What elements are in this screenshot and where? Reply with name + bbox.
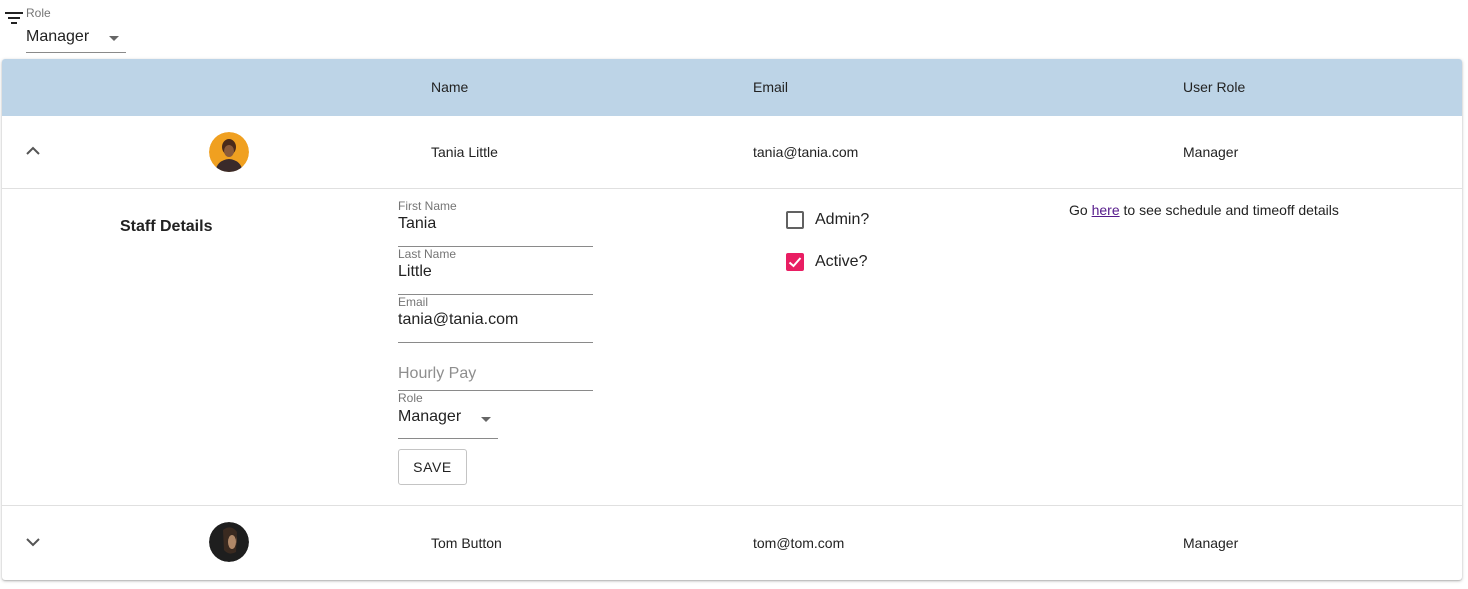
hourly-pay-field[interactable]	[398, 343, 593, 391]
role-value: Manager	[398, 408, 462, 425]
goto-suffix: to see schedule and timeoff details	[1123, 202, 1339, 218]
row-name: Tom Button	[431, 535, 502, 551]
chevron-up-icon[interactable]	[24, 142, 42, 160]
save-button[interactable]: SAVE	[398, 449, 467, 485]
avatar	[209, 132, 249, 172]
column-header-name: Name	[431, 79, 469, 95]
hourly-pay-input[interactable]	[398, 365, 593, 383]
table-header: Name Email User Role	[2, 59, 1462, 116]
row-role: Manager	[1183, 535, 1239, 551]
column-header-email: Email	[753, 79, 789, 95]
admin-checkbox[interactable]	[786, 211, 804, 229]
column-header-user-role: User Role	[1183, 79, 1246, 95]
schedule-link-text: Go here to see schedule and timeoff deta…	[1069, 202, 1339, 218]
staff-details-title: Staff Details	[120, 218, 213, 235]
role-filter-select[interactable]: Manager	[26, 26, 126, 53]
row-name: Tania Little	[431, 144, 498, 160]
first-name-field[interactable]: First Name	[398, 199, 593, 247]
row-email: tom@tom.com	[753, 535, 845, 551]
chevron-down-icon[interactable]	[24, 533, 42, 551]
schedule-link[interactable]: here	[1092, 202, 1120, 218]
row-role: Manager	[1183, 144, 1239, 160]
filter-icon[interactable]	[5, 11, 23, 25]
last-name-input[interactable]	[398, 263, 593, 281]
last-name-field[interactable]: Last Name	[398, 247, 593, 295]
email-field[interactable]: Email	[398, 295, 593, 343]
staff-details-panel: Staff Details First Name Last Name Email…	[2, 189, 1462, 506]
table-row[interactable]: Tania Little tania@tania.com Manager	[2, 116, 1462, 189]
email-label: Email	[398, 295, 429, 309]
staff-table: Name Email User Role Tania Little tania@…	[2, 59, 1462, 580]
role-label: Role	[398, 391, 423, 405]
table-row[interactable]: Tom Button tom@tom.com Manager	[2, 506, 1462, 580]
role-filter-value: Manager	[26, 28, 90, 45]
email-input[interactable]	[398, 311, 593, 329]
checkmark-icon	[788, 257, 802, 268]
role-select[interactable]: Role Manager	[398, 391, 498, 439]
role-filter-label: Role	[26, 6, 51, 20]
row-email: tania@tania.com	[753, 144, 859, 160]
active-checkbox[interactable]	[786, 253, 804, 271]
goto-prefix: Go	[1069, 202, 1088, 218]
last-name-label: Last Name	[398, 247, 457, 261]
first-name-label: First Name	[398, 199, 457, 213]
dropdown-arrow-icon	[481, 417, 491, 422]
first-name-input[interactable]	[398, 215, 593, 233]
dropdown-arrow-icon	[109, 36, 119, 41]
avatar	[209, 522, 249, 562]
active-label: Active?	[815, 253, 868, 270]
admin-label: Admin?	[815, 211, 870, 228]
